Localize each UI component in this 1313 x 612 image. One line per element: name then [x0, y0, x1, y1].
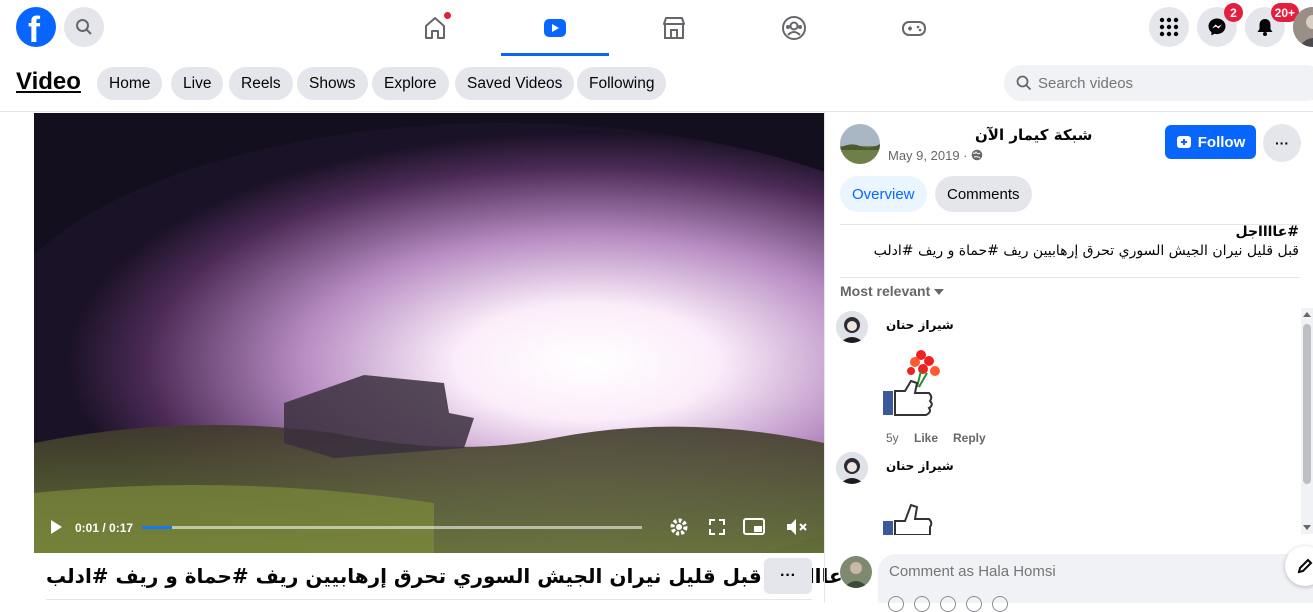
commenter-avatar[interactable] — [836, 311, 868, 343]
notification-dot — [444, 12, 451, 19]
pill-following[interactable]: Following — [577, 67, 667, 100]
marketplace-icon — [663, 17, 685, 39]
globe-icon — [971, 149, 983, 161]
post-date: May 9, 2019 · — [888, 148, 983, 163]
scrollbar-thumb[interactable] — [1303, 324, 1311, 484]
pill-shows[interactable]: Shows — [297, 67, 368, 100]
top-navigation-bar: f 2 20+ — [0, 0, 1313, 56]
video-controls: 0:01 / 0:17 — [34, 509, 824, 553]
post-options-button[interactable]: ··· — [1263, 124, 1301, 162]
commenter-photo — [836, 452, 868, 484]
pill-home[interactable]: Home — [97, 67, 163, 100]
search-icon — [76, 19, 92, 35]
video-more-button[interactable]: ··· — [764, 558, 812, 594]
messenger-badge: 2 — [1224, 3, 1243, 22]
messenger-icon — [1208, 18, 1226, 36]
gaming-icon — [902, 21, 926, 36]
search-button[interactable] — [64, 7, 104, 47]
emoji-icon[interactable] — [914, 596, 930, 612]
pill-saved-videos[interactable]: Saved Videos — [455, 67, 575, 100]
facebook-logo[interactable]: f — [16, 7, 56, 50]
mute-icon[interactable] — [786, 518, 808, 536]
home-icon — [425, 17, 445, 39]
pill-explore[interactable]: Explore — [372, 67, 449, 100]
tab-comments[interactable]: Comments — [935, 176, 1032, 212]
comments-scrollbar[interactable] — [1301, 308, 1313, 534]
pill-live[interactable]: Live — [171, 67, 224, 100]
video-player[interactable]: 0:01 / 0:17 — [34, 113, 824, 553]
composer-toolbar — [888, 596, 1008, 612]
commenter-name[interactable]: شيراز حنان — [886, 318, 954, 332]
pill-reels[interactable]: Reels — [229, 67, 293, 100]
comment-composer[interactable] — [878, 554, 1313, 612]
thumbs-up-sticker — [883, 503, 933, 535]
post-author[interactable]: شبكة كيمار الآن — [975, 126, 1092, 144]
description-divider — [840, 277, 1300, 278]
caret-down-icon — [934, 289, 945, 295]
sticker-icon[interactable] — [992, 596, 1008, 612]
page-title: Video — [16, 68, 81, 95]
search-videos-input[interactable] — [1038, 74, 1298, 92]
post-description-line1: #عااااجل — [1235, 224, 1299, 240]
avatar-sticker-icon[interactable] — [888, 596, 904, 612]
video-icon — [544, 19, 566, 37]
follow-icon — [1176, 136, 1191, 148]
tab-overview[interactable]: Overview — [840, 176, 927, 212]
comment-age: 5y — [886, 431, 899, 445]
scroll-down-icon — [1303, 525, 1311, 530]
nav-groups[interactable] — [740, 0, 848, 56]
notifications-button[interactable]: 20+ — [1245, 3, 1299, 47]
progress-fill — [142, 526, 172, 529]
flower-thumbs-up-sticker — [883, 350, 940, 416]
miniplayer-icon[interactable] — [743, 518, 765, 536]
nav-video[interactable] — [501, 0, 609, 56]
comment-like-link[interactable]: Like — [914, 431, 938, 445]
fullscreen-icon[interactable] — [708, 518, 726, 536]
video-time: 0:01 / 0:17 — [75, 521, 134, 535]
messenger-button[interactable]: 2 — [1197, 3, 1243, 47]
play-icon[interactable] — [48, 519, 64, 535]
menu-button[interactable] — [1149, 7, 1189, 47]
video-frame — [34, 113, 824, 553]
nav-home[interactable] — [381, 0, 489, 56]
comment-input[interactable] — [889, 563, 1269, 580]
post-date-text: May 9, 2019 · — [888, 148, 968, 163]
nav-marketplace[interactable] — [620, 0, 728, 56]
search-videos-box[interactable] — [1004, 65, 1313, 101]
logo-letter: f — [28, 9, 40, 50]
follow-label: Follow — [1197, 133, 1246, 151]
page-avatar[interactable] — [840, 124, 880, 164]
video-title: #عااااجل قبل قليل نيران الجيش السوري تحر… — [46, 564, 860, 588]
commenter-photo — [836, 311, 868, 343]
camera-icon[interactable] — [940, 596, 956, 612]
compose-edit-icon — [1297, 558, 1313, 574]
comment-reply-link[interactable]: Reply — [953, 431, 986, 445]
composer-photo — [840, 556, 872, 588]
video-header: Video Home Live Reels Shows Explore Save… — [0, 56, 1313, 112]
search-icon — [1016, 75, 1032, 91]
follow-button[interactable]: Follow — [1165, 125, 1256, 159]
post-description-line2: قبل قليل نيران الجيش السوري تحرق إرهابيي… — [873, 243, 1299, 259]
progress-bar[interactable] — [142, 526, 642, 529]
groups-icon — [782, 16, 806, 40]
composer-avatar[interactable] — [840, 556, 872, 588]
nav-gaming[interactable] — [860, 0, 968, 56]
commenter-avatar[interactable] — [836, 452, 868, 484]
panel-divider — [824, 112, 825, 603]
comment-sort-dropdown[interactable]: Most relevant — [840, 283, 945, 299]
commenter-name[interactable]: شيراز حنان — [886, 459, 954, 473]
bell-icon — [1257, 19, 1273, 36]
gif-icon[interactable] — [966, 596, 982, 612]
page-avatar-photo — [840, 124, 880, 164]
caption-divider — [46, 599, 812, 600]
scroll-up-icon — [1303, 312, 1311, 317]
grid-menu-icon — [1159, 17, 1179, 37]
sort-label: Most relevant — [840, 283, 931, 299]
settings-icon[interactable] — [669, 517, 689, 537]
